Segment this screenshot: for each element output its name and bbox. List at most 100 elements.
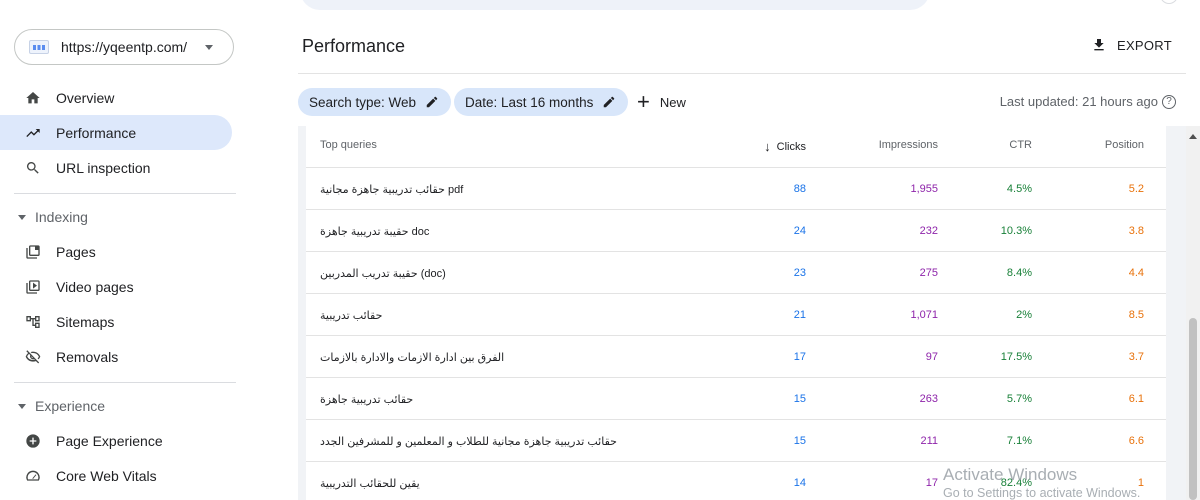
watermark-title: Activate Windows (943, 465, 1078, 484)
scroll-up-arrow-icon[interactable] (1189, 134, 1197, 139)
filter-chip-date[interactable]: Date: Last 16 months (454, 88, 629, 116)
sidebar-divider (14, 382, 236, 383)
table-header: Top queries ↓ Clicks Impressions CTR Pos… (306, 126, 1166, 168)
column-header-ctr[interactable]: CTR (1009, 139, 1032, 151)
sidebar-item-sitemaps[interactable]: Sitemaps (0, 304, 232, 339)
ctr-cell: 4.5% (1006, 183, 1032, 195)
page-title: Performance (302, 36, 406, 56)
new-filter-label: New (659, 94, 686, 110)
table-row[interactable]: الفرق بين ادارة الازمات والادارة بالازما… (306, 336, 1166, 378)
position-cell: 5.2 (1128, 183, 1144, 195)
sidebar-item-pages[interactable]: Pages (0, 234, 232, 269)
column-header-query[interactable]: Top queries (320, 139, 377, 151)
impressions-cell: 97 (925, 351, 938, 363)
sidebar-item-overview[interactable]: Overview (0, 80, 232, 115)
clicks-cell: 17 (793, 351, 806, 363)
position-cell: 3.7 (1128, 351, 1144, 363)
sidebar-item-removals[interactable]: Removals (0, 339, 232, 374)
edit-icon (602, 95, 616, 109)
table-area: Top queries ↓ Clicks Impressions CTR Pos… (298, 126, 1186, 500)
impressions-cell: 275 (919, 267, 938, 279)
ctr-cell: 5.7% (1006, 393, 1032, 405)
column-header-label: Clicks (776, 140, 806, 153)
sidebar-item-video-pages[interactable]: Video pages (0, 269, 232, 304)
last-updated-text: Last updated: 21 hours ago (999, 94, 1158, 109)
sidebar-item-label: Performance (56, 124, 137, 141)
watermark-subtitle: Go to Settings to activate Windows. (943, 486, 1141, 500)
table-row[interactable]: حقيبة تدريبية جاهزة doc 24 232 10.3% 3.8 (306, 210, 1166, 252)
plus-icon: + (637, 89, 650, 114)
clicks-cell: 88 (793, 183, 806, 195)
query-cell: الفرق بين ادارة الازمات والادارة بالازما… (320, 352, 505, 364)
trending-up-icon (24, 124, 42, 142)
export-label: EXPORT (1116, 37, 1172, 53)
query-cell: حقائب تدريبية جاهزة (320, 394, 414, 406)
filter-chip-search-type[interactable]: Search type: Web (298, 88, 452, 116)
sidebar-item-label: Overview (56, 89, 115, 106)
position-cell: 8.5 (1128, 309, 1144, 321)
position-cell: 6.6 (1128, 435, 1144, 447)
main-content: Performance EXPORT Search type: Web Date… (298, 0, 1186, 500)
ctr-cell: 10.3% (1000, 225, 1032, 237)
scrollbar[interactable] (1186, 126, 1200, 500)
new-filter-button[interactable]: + New (637, 88, 686, 116)
column-header-impressions[interactable]: Impressions (879, 139, 938, 151)
removals-icon (24, 348, 42, 366)
clicks-cell: 21 (793, 309, 806, 321)
query-cell: حقائب تدريبية جاهزة مجانية للطلاب و المع… (320, 436, 617, 448)
page-experience-icon (24, 432, 42, 450)
query-cell: يقين للحقائب التدريبية (320, 478, 420, 490)
column-header-position[interactable]: Position (1105, 139, 1144, 151)
sidebar-item-label: Pages (56, 243, 96, 260)
sidebar-item-label: Sitemaps (56, 313, 115, 330)
clicks-cell: 23 (793, 267, 806, 279)
site-favicon-icon (29, 40, 49, 54)
table-row[interactable]: حقائب تدريبية جاهزة 15 263 5.7% 6.1 (306, 378, 1166, 420)
section-heading: Indexing (35, 209, 88, 225)
table-row[interactable]: حقائب تدريبية جاهزة مجانية pdf 88 1,955 … (306, 168, 1166, 210)
triangle-down-icon (18, 214, 26, 220)
scrollbar-thumb[interactable] (1189, 318, 1197, 500)
table-row[interactable]: حقيبة تدريب المدربين (doc) 23 275 8.4% 4… (306, 252, 1166, 294)
query-cell: حقائب تدريبية (320, 310, 383, 322)
sidebar-item-performance[interactable]: Performance (0, 115, 232, 150)
search-icon (24, 159, 42, 177)
position-cell: 4.4 (1128, 267, 1144, 279)
sidebar-item-label: Video pages (56, 278, 134, 295)
activate-windows-watermark: Activate Windows Go to Settings to activ… (943, 465, 1140, 500)
section-heading: Experience (35, 398, 106, 414)
filter-chip-label: Date: Last 16 months (465, 94, 594, 110)
section-indexing-toggle[interactable]: Indexing (18, 209, 88, 225)
clicks-cell: 15 (793, 435, 806, 447)
speedometer-icon (24, 467, 42, 485)
help-icon[interactable]: ? (1162, 94, 1176, 109)
sidebar-item-core-web-vitals[interactable]: Core Web Vitals (0, 458, 232, 493)
section-experience-toggle[interactable]: Experience (18, 398, 105, 414)
property-selector[interactable]: https://yqeentp.com/ (14, 29, 234, 65)
sidebar-item-page-experience[interactable]: Page Experience (0, 423, 232, 458)
query-cell: حقيبة تدريب المدربين (doc) (320, 268, 446, 280)
column-header-clicks[interactable]: ↓ Clicks (764, 139, 806, 154)
position-cell: 6.1 (1128, 393, 1144, 405)
filter-chip-label: Search type: Web (309, 94, 417, 110)
home-icon (24, 89, 42, 107)
queries-table: Top queries ↓ Clicks Impressions CTR Pos… (306, 126, 1166, 500)
table-row[interactable]: حقائب تدريبية 21 1,071 2% 8.5 (306, 294, 1166, 336)
table-row[interactable]: حقائب تدريبية جاهزة مجانية للطلاب و المع… (306, 420, 1166, 462)
triangle-down-icon (18, 403, 26, 409)
property-url: https://yqeentp.com/ (61, 39, 188, 55)
clicks-cell: 14 (793, 477, 806, 489)
chevron-down-icon (205, 45, 213, 50)
edit-icon (425, 95, 439, 109)
impressions-cell: 1,955 (910, 183, 938, 195)
download-icon (1091, 37, 1107, 53)
ctr-cell: 8.4% (1006, 267, 1032, 279)
sidebar-item-url-inspection[interactable]: URL inspection (0, 150, 232, 185)
export-button[interactable]: EXPORT (1091, 37, 1172, 53)
position-cell: 3.8 (1128, 225, 1144, 237)
sidebar: https://yqeentp.com/ Overview Performanc… (0, 0, 250, 500)
video-icon (24, 278, 42, 296)
clicks-cell: 24 (793, 225, 806, 237)
impressions-cell: 1,071 (910, 309, 938, 321)
clicks-cell: 15 (793, 393, 806, 405)
